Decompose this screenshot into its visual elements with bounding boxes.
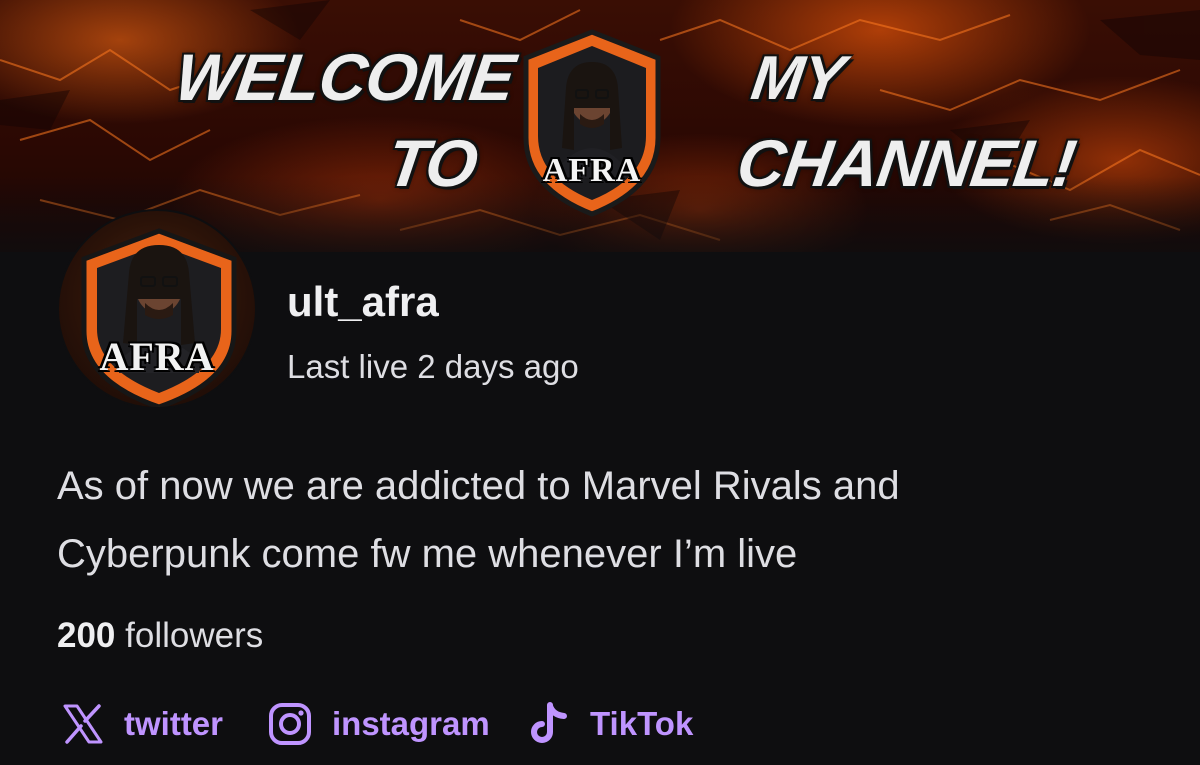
- channel-bio: As of now we are addicted to Marvel Riva…: [57, 452, 1157, 588]
- x-icon: [63, 704, 103, 744]
- last-live-status: Last live 2 days ago: [287, 348, 579, 385]
- instagram-link[interactable]: instagram: [268, 700, 490, 748]
- channel-username[interactable]: ult_afra: [287, 278, 439, 326]
- banner-logo: AFRA: [518, 28, 666, 218]
- bio-line: Cyberpunk come fw me whenever I’m live: [57, 532, 798, 576]
- banner-my-text: MY: [747, 44, 848, 113]
- bio-line: As of now we are addicted to Marvel Riva…: [57, 464, 900, 508]
- twitter-label: twitter: [124, 705, 223, 742]
- tiktok-icon: [531, 702, 567, 743]
- tiktok-label: TikTok: [590, 705, 694, 742]
- twitter-link[interactable]: twitter: [62, 700, 223, 748]
- follower-count: 200 followers: [57, 616, 263, 656]
- avatar-logo-text: AFRA: [99, 334, 215, 379]
- tiktok-link[interactable]: TikTok: [530, 700, 693, 748]
- follower-number: 200: [57, 616, 116, 655]
- instagram-label: instagram: [332, 705, 490, 742]
- follower-label: followers: [125, 616, 264, 655]
- banner-channel-text: CHANNEL!: [732, 126, 1080, 200]
- banner-to-text: TO: [382, 126, 482, 200]
- banner-logo-text: AFRA: [542, 152, 642, 189]
- channel-avatar[interactable]: AFRA: [57, 209, 257, 409]
- banner-welcome-text: WELCOME: [170, 40, 519, 114]
- instagram-icon: [269, 703, 311, 745]
